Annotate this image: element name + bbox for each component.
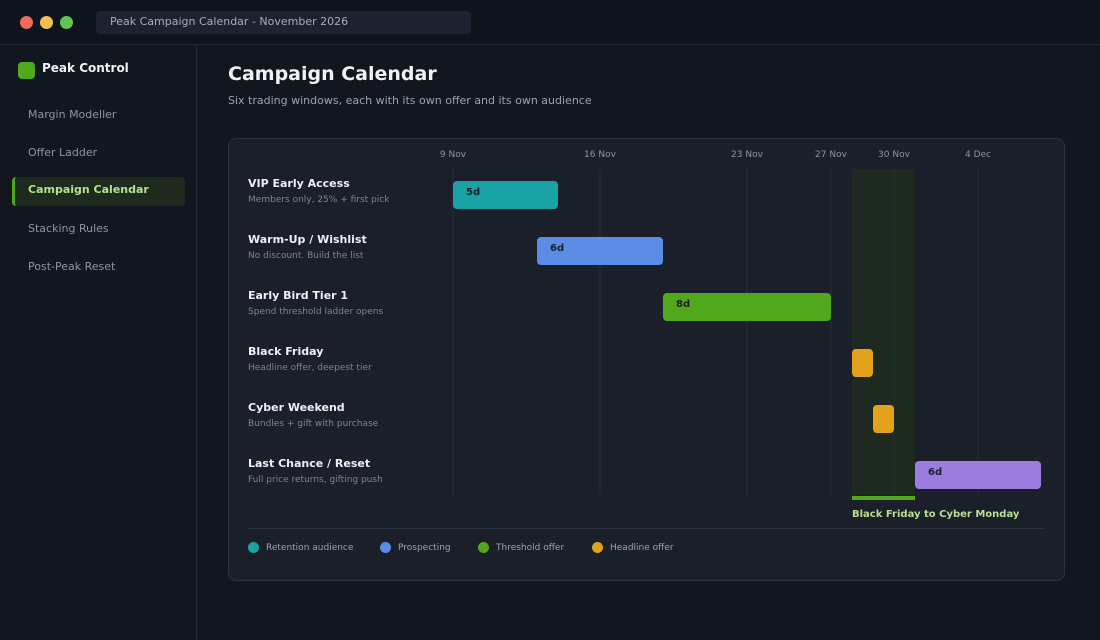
sidebar-item-offer-ladder[interactable]: Offer Ladder bbox=[12, 140, 185, 169]
tick-label: 27 Nov bbox=[815, 150, 848, 160]
row-name: Last Chance / Reset bbox=[248, 457, 371, 470]
row-name: VIP Early Access bbox=[248, 177, 350, 190]
peak-highlight-label: Black Friday to Cyber Monday bbox=[852, 509, 1020, 519]
legend-label: Threshold offer bbox=[496, 542, 565, 553]
window-title: Peak Campaign Calendar - November 2026 bbox=[96, 11, 471, 34]
row-description: Bundles + gift with purchase bbox=[248, 419, 379, 429]
legend-swatch bbox=[592, 542, 603, 553]
tick-label: 16 Nov bbox=[584, 150, 617, 160]
close-window-button[interactable] bbox=[20, 16, 33, 29]
tick-label: 23 Nov bbox=[731, 150, 764, 160]
row-label-vip-early-access: VIP Early Access Members only, 25% + fir… bbox=[248, 177, 438, 205]
sidebar-item-stacking-rules[interactable]: Stacking Rules bbox=[12, 216, 185, 245]
maximize-window-button[interactable] bbox=[60, 16, 73, 29]
legend-label: Retention audience bbox=[266, 542, 354, 553]
brand-logo-icon bbox=[18, 62, 35, 79]
legend-swatch bbox=[478, 542, 489, 553]
bar-duration-label: 5d bbox=[466, 187, 480, 198]
row-name: Early Bird Tier 1 bbox=[248, 289, 349, 302]
legend-item-headline: Headline offer bbox=[592, 542, 674, 553]
title-bar: Peak Campaign Calendar - November 2026 bbox=[0, 0, 1100, 45]
tick-label: 4 Dec bbox=[965, 150, 991, 160]
sidebar-item-campaign-calendar[interactable]: Campaign Calendar bbox=[12, 177, 185, 206]
legend-item-threshold: Threshold offer bbox=[478, 542, 564, 553]
tick-label: 9 Nov bbox=[440, 150, 467, 160]
peak-highlight-band bbox=[852, 169, 915, 495]
row-label-early-bird-tier-1: Early Bird Tier 1 Spend threshold ladder… bbox=[248, 289, 438, 317]
legend-divider bbox=[248, 528, 1045, 529]
row-name: Warm-Up / Wishlist bbox=[248, 233, 367, 246]
row-description: Full price returns, gifting push bbox=[248, 475, 383, 485]
minimize-window-button[interactable] bbox=[40, 16, 53, 29]
sidebar-item-post-peak-reset[interactable]: Post-Peak Reset bbox=[12, 254, 185, 283]
row-label-last-chance-reset: Last Chance / Reset Full price returns, … bbox=[248, 457, 438, 485]
bar-duration-label: 8d bbox=[676, 299, 690, 310]
legend-label: Headline offer bbox=[610, 542, 674, 553]
row-description: No discount. Build the list bbox=[248, 251, 364, 261]
legend-item-retention: Retention audience bbox=[248, 542, 353, 553]
peak-highlight-marker bbox=[852, 496, 915, 500]
legend-swatch bbox=[248, 542, 259, 553]
legend-swatch bbox=[380, 542, 391, 553]
row-description: Headline offer, deepest tier bbox=[248, 363, 372, 373]
tick-label: 30 Nov bbox=[878, 150, 911, 160]
bar-duration-label: 6d bbox=[550, 243, 564, 254]
sidebar-item-margin-modeller[interactable]: Margin Modeller bbox=[12, 102, 185, 131]
row-name: Black Friday bbox=[248, 345, 324, 358]
gantt-bar bbox=[852, 349, 873, 377]
bar-duration-label: 6d bbox=[928, 467, 942, 478]
page-subtitle: Six trading windows, each with its own o… bbox=[228, 94, 592, 107]
legend-label: Prospecting bbox=[398, 542, 451, 553]
brand-name: Peak Control bbox=[42, 61, 129, 75]
gantt-bar bbox=[873, 405, 894, 433]
row-description: Spend threshold ladder opens bbox=[248, 307, 384, 317]
row-label-warm-up-wishlist: Warm-Up / Wishlist No discount. Build th… bbox=[248, 233, 438, 261]
row-name: Cyber Weekend bbox=[248, 401, 345, 414]
row-label-black-friday: Black Friday Headline offer, deepest tie… bbox=[248, 345, 438, 373]
legend-item-prospecting: Prospecting bbox=[380, 542, 451, 553]
campaign-timeline-panel: Black Friday to Cyber Monday 9 Nov 16 Nov 2… bbox=[228, 138, 1065, 581]
row-description: Members only, 25% + first pick bbox=[248, 195, 390, 205]
sidebar: Peak Control Margin Modeller Offer Ladde… bbox=[0, 45, 197, 640]
page-title: Campaign Calendar bbox=[228, 63, 437, 85]
row-label-cyber-weekend: Cyber Weekend Bundles + gift with purcha… bbox=[248, 401, 438, 429]
